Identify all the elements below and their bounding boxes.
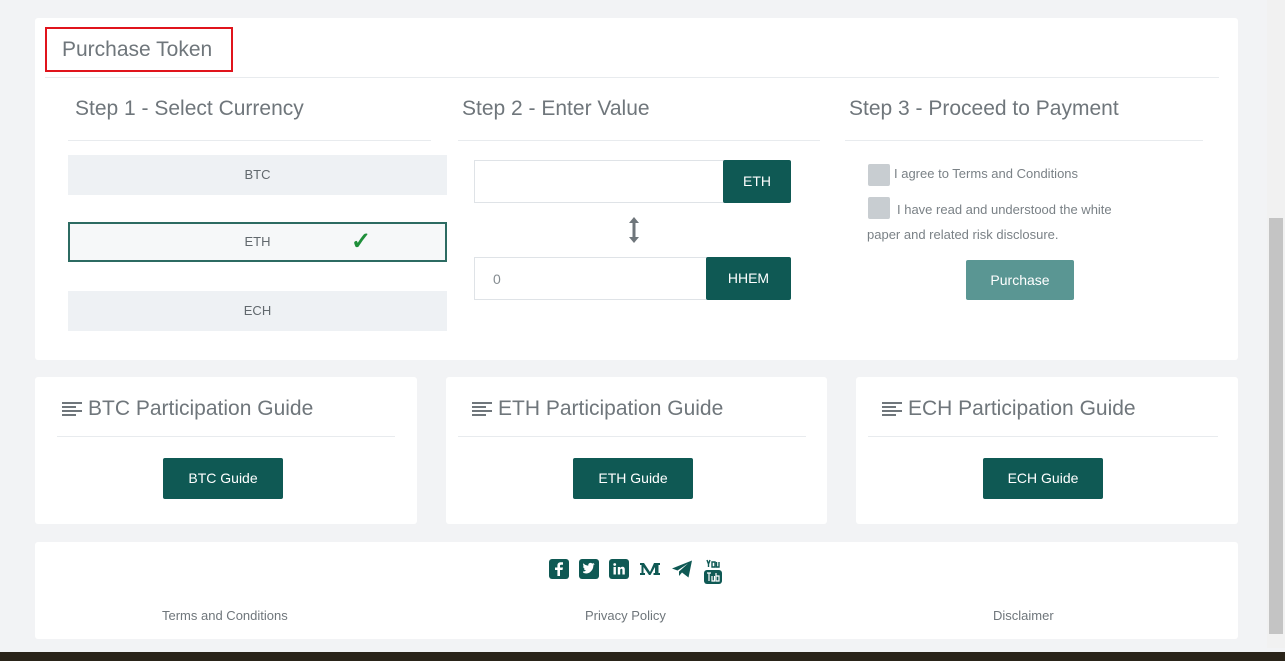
align-lines-icon: [882, 402, 902, 416]
purchase-button[interactable]: Purchase: [966, 260, 1074, 300]
ech-guide-heading: ECH Participation Guide: [882, 397, 1136, 421]
terms-checkbox[interactable]: [868, 164, 890, 186]
title-divider: [45, 77, 1219, 78]
facebook-icon[interactable]: [549, 559, 569, 579]
btc-guide-card: BTC Participation Guide BTC Guide: [35, 377, 417, 524]
vertical-arrows-icon: [629, 217, 639, 243]
whitepaper-checkbox-label-line1: I have read and understood the white: [897, 202, 1112, 217]
guide-divider: [57, 436, 395, 437]
currency-option-ech[interactable]: ECH: [68, 291, 447, 331]
pay-unit-label: ETH: [723, 160, 791, 203]
twitter-icon[interactable]: [579, 559, 599, 579]
privacy-policy-link[interactable]: Privacy Policy: [585, 608, 666, 623]
whitepaper-checkbox[interactable]: [868, 197, 890, 219]
eth-guide-card: ETH Participation Guide ETH Guide: [446, 377, 827, 524]
social-links: [549, 559, 723, 585]
guide-divider: [458, 436, 806, 437]
align-lines-icon: [62, 402, 82, 416]
eth-guide-heading: ETH Participation Guide: [472, 397, 723, 421]
purchase-token-title: Purchase Token: [45, 27, 233, 72]
ech-guide-card: ECH Participation Guide ECH Guide: [856, 377, 1238, 524]
receive-amount-input[interactable]: [474, 257, 709, 300]
guide-divider: [868, 436, 1218, 437]
medium-icon[interactable]: [639, 559, 661, 579]
receive-unit-label: HHEM: [706, 257, 791, 300]
currency-option-eth[interactable]: ETH ✓: [68, 222, 447, 262]
ech-guide-title: ECH Participation Guide: [908, 397, 1136, 420]
step3-heading: Step 3 - Proceed to Payment: [849, 97, 1119, 120]
scrollbar-thumb[interactable]: [1269, 218, 1283, 634]
linkedin-icon[interactable]: [609, 559, 629, 579]
btc-guide-heading: BTC Participation Guide: [62, 397, 313, 421]
step3-divider: [845, 140, 1203, 141]
step1-heading: Step 1 - Select Currency: [75, 97, 304, 120]
btc-guide-title: BTC Participation Guide: [88, 397, 314, 420]
terms-checkbox-label: I agree to Terms and Conditions: [894, 166, 1079, 181]
eth-guide-button[interactable]: ETH Guide: [573, 458, 693, 499]
step2-heading: Step 2 - Enter Value: [462, 97, 650, 120]
selected-check-icon: ✓: [351, 228, 372, 255]
telegram-icon[interactable]: [671, 559, 693, 579]
currency-option-label: ETH: [244, 234, 271, 249]
bottom-strip: [0, 652, 1285, 661]
btc-guide-button[interactable]: BTC Guide: [163, 458, 283, 499]
ech-guide-button[interactable]: ECH Guide: [983, 458, 1103, 499]
currency-option-btc[interactable]: BTC: [68, 155, 447, 195]
whitepaper-checkbox-label-line2: paper and related risk disclosure.: [867, 227, 1059, 242]
footer: Terms and Conditions Privacy Policy Disc…: [35, 542, 1238, 639]
pay-amount-input[interactable]: [474, 160, 726, 203]
youtube-icon[interactable]: [703, 559, 723, 585]
eth-guide-title: ETH Participation Guide: [498, 397, 724, 420]
terms-and-conditions-link[interactable]: Terms and Conditions: [162, 608, 288, 623]
disclaimer-link[interactable]: Disclaimer: [993, 608, 1054, 623]
step2-divider: [458, 140, 820, 141]
align-lines-icon: [472, 402, 492, 416]
step1-divider: [68, 140, 431, 141]
